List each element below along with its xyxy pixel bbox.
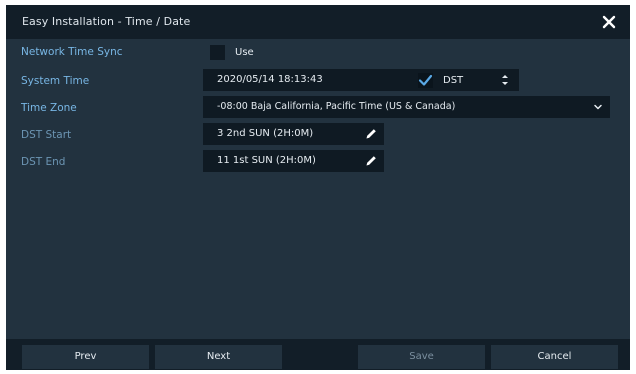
time-zone-label: Time Zone [21, 102, 77, 114]
spinner-arrows-icon [502, 75, 508, 85]
check-icon [418, 74, 433, 86]
network-time-sync-use-label: Use [235, 47, 254, 58]
system-time-label: System Time [21, 75, 90, 87]
dialog-title: Easy Installation - Time / Date [22, 15, 191, 28]
time-date-dialog: Easy Installation - Time / Date Network … [6, 5, 630, 370]
pencil-icon[interactable] [364, 154, 378, 168]
time-zone-value: -08:00 Baja California, Pacific Time (US… [217, 101, 456, 112]
prev-button[interactable]: Prev [22, 345, 149, 369]
network-time-sync-label: Network Time Sync [21, 46, 123, 58]
pencil-icon[interactable] [364, 127, 378, 141]
next-button[interactable]: Next [155, 345, 282, 369]
system-time-field[interactable]: 2020/05/14 18:13:43 [203, 69, 519, 91]
time-spinner[interactable] [498, 71, 512, 89]
cancel-button[interactable]: Cancel [491, 345, 618, 369]
dst-end-value: 11 1st SUN (2H:0M) [217, 155, 316, 166]
dst-start-field[interactable]: 3 2nd SUN (2H:0M) [203, 123, 384, 145]
dst-start-label: DST Start [21, 129, 72, 141]
title-bar: Easy Installation - Time / Date [6, 5, 630, 39]
dst-end-field[interactable]: 11 1st SUN (2H:0M) [203, 150, 384, 172]
close-button[interactable] [598, 11, 620, 33]
dst-start-value: 3 2nd SUN (2H:0M) [217, 128, 314, 139]
network-time-sync-checkbox[interactable] [210, 45, 225, 60]
close-icon [602, 15, 616, 29]
dst-label: DST [443, 75, 464, 86]
footer-bar: Prev Next Save Cancel [6, 339, 630, 370]
time-zone-select[interactable]: -08:00 Baja California, Pacific Time (US… [203, 96, 610, 118]
dst-checkbox[interactable] [418, 73, 433, 88]
dst-end-label: DST End [21, 156, 66, 168]
system-time-value: 2020/05/14 18:13:43 [217, 74, 323, 85]
chevron-down-icon [594, 104, 602, 110]
save-button[interactable]: Save [358, 345, 485, 369]
